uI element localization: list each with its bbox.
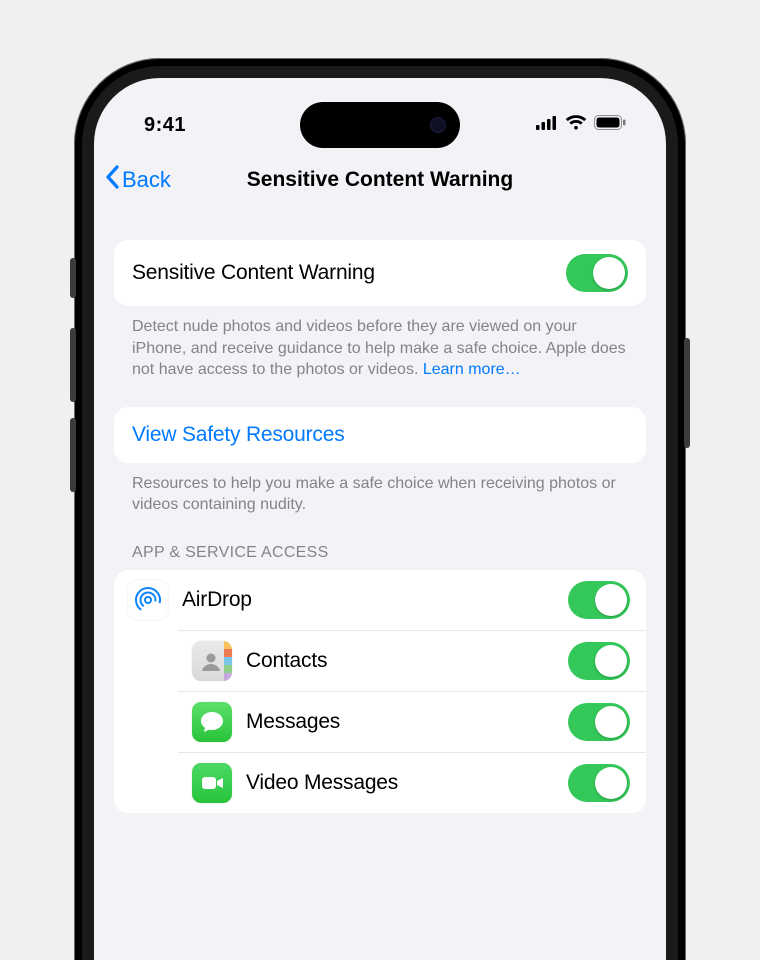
status-time: 9:41 [144, 114, 186, 137]
dynamic-island [300, 102, 460, 148]
learn-more-link[interactable]: Learn more… [423, 361, 521, 378]
phone-frame: 9:41 [74, 58, 686, 960]
front-camera-icon [430, 117, 446, 133]
main-toggle-card: Sensitive Content Warning [114, 240, 646, 306]
wifi-icon [565, 115, 587, 136]
app-label: Messages [246, 710, 568, 734]
volume-down-button[interactable] [70, 418, 76, 492]
chevron-left-icon [104, 165, 120, 195]
volume-up-button[interactable] [70, 328, 76, 402]
screen: 9:41 [94, 78, 666, 960]
safety-link-label: View Safety Resources [132, 423, 628, 447]
app-toggle-video-messages[interactable] [568, 764, 630, 802]
navbar: Back Sensitive Content Warning [94, 156, 666, 210]
back-label: Back [122, 167, 171, 193]
apps-list: AirDrop Contacts [114, 570, 646, 813]
app-toggle-contacts[interactable] [568, 642, 630, 680]
cellular-icon [536, 116, 558, 135]
safety-card: View Safety Resources [114, 407, 646, 463]
side-button[interactable] [684, 338, 690, 448]
main-toggle[interactable] [566, 254, 628, 292]
app-label: AirDrop [182, 588, 568, 612]
safety-footer: Resources to help you make a safe choice… [114, 463, 646, 516]
battery-icon [594, 115, 626, 135]
back-button[interactable]: Back [104, 165, 171, 195]
app-row-messages: Messages [178, 691, 646, 752]
app-row-airdrop: AirDrop [114, 570, 646, 630]
silent-switch[interactable] [70, 258, 76, 298]
main-footer: Detect nude photos and videos before the… [114, 306, 646, 381]
messages-icon [192, 702, 232, 742]
airdrop-icon [128, 580, 168, 620]
app-label: Video Messages [246, 771, 568, 795]
app-toggle-airdrop[interactable] [568, 581, 630, 619]
app-label: Contacts [246, 649, 568, 673]
video-messages-icon [192, 763, 232, 803]
app-toggle-messages[interactable] [568, 703, 630, 741]
main-toggle-label: Sensitive Content Warning [132, 261, 566, 285]
app-row-contacts: Contacts [178, 630, 646, 691]
apps-section-header: APP & SERVICE ACCESS [114, 516, 646, 570]
view-safety-resources[interactable]: View Safety Resources [114, 407, 646, 463]
app-row-video-messages: Video Messages [178, 752, 646, 813]
contacts-icon [192, 641, 232, 681]
page-title: Sensitive Content Warning [94, 168, 666, 192]
